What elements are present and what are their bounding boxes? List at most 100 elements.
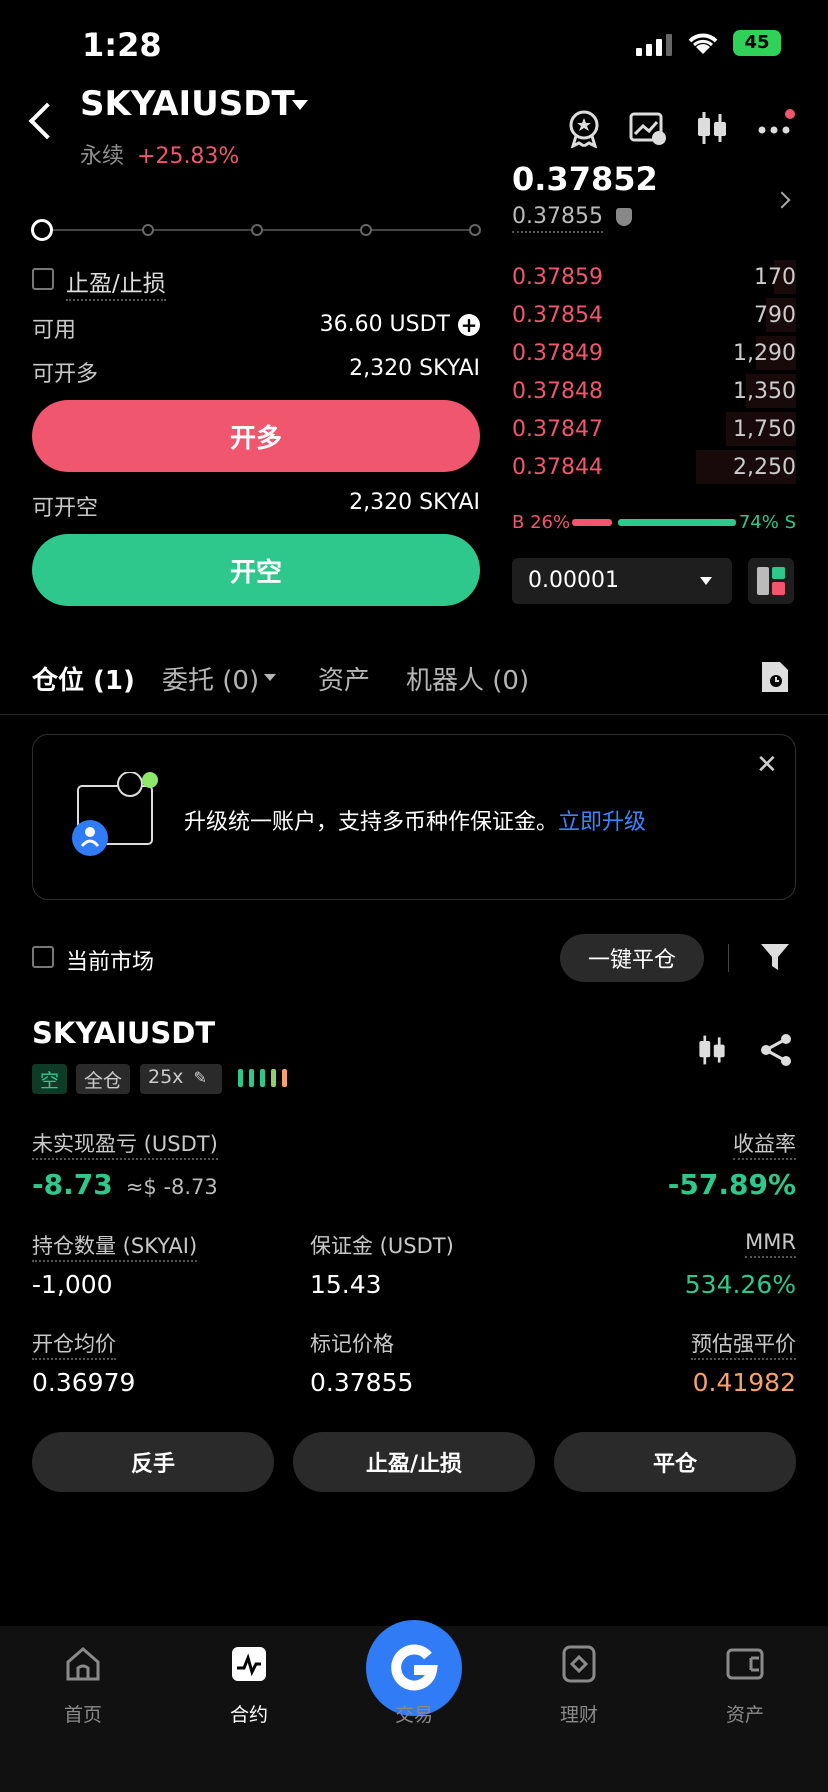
chart-icon[interactable]	[628, 108, 668, 148]
liq-value: 0.41982	[692, 1368, 796, 1397]
buy-ratio: B 26%	[512, 512, 571, 533]
tpsl-label[interactable]: 止盈/止损	[66, 264, 166, 301]
ask-price[interactable]: 0.37854	[512, 303, 603, 328]
close-position-button[interactable]: 平仓	[554, 1432, 796, 1492]
current-market-checkbox[interactable]	[32, 946, 54, 968]
shield-icon	[615, 208, 632, 226]
slider-step[interactable]	[469, 224, 481, 236]
banner-text-row: 升级统一账户，支持多币种作保证金。立即升级	[184, 804, 646, 836]
position-symbol[interactable]: SKYAIUSDT	[32, 1016, 215, 1050]
tab-assets[interactable]: 资产	[318, 660, 370, 697]
status-time: 1:28	[82, 26, 162, 64]
nav-assets[interactable]: 资产	[685, 1700, 805, 1727]
reverse-button[interactable]: 反手	[32, 1432, 274, 1492]
badge-icon[interactable]	[564, 108, 604, 149]
ask-price[interactable]: 0.37848	[512, 379, 603, 404]
candlestick-icon[interactable]	[694, 1032, 730, 1068]
tab-positions[interactable]: 仓位 (1)	[32, 660, 135, 697]
ask-qty[interactable]: 790	[754, 303, 796, 328]
ask-qty[interactable]: 1,750	[733, 417, 796, 442]
max-short-label: 可开空	[32, 496, 99, 521]
available-value: 36.60 USDT	[319, 312, 450, 337]
account-folder-icon	[70, 771, 160, 862]
slider-step[interactable]	[251, 224, 263, 236]
roe-label: 收益率	[733, 1132, 796, 1160]
margin-mode-badge: 全仓	[76, 1064, 131, 1094]
chevron-right-icon[interactable]	[773, 191, 791, 209]
tick-size-value: 0.00001	[528, 568, 619, 593]
mmr-label-wrap: MMR	[745, 1230, 796, 1258]
earn-icon[interactable]	[559, 1644, 599, 1684]
liq-label-wrap: 预估强平价	[691, 1328, 796, 1360]
nav-trade[interactable]: 交易	[354, 1700, 474, 1727]
size-label: 持仓数量 (SKYAI)	[32, 1234, 198, 1262]
history-document-icon[interactable]	[760, 660, 790, 694]
tpsl-button[interactable]: 止盈/止损	[293, 1432, 535, 1492]
open-long-button[interactable]: 开多	[32, 400, 480, 472]
leverage-slider-knob[interactable]	[31, 219, 53, 241]
roe-value: -57.89%	[667, 1168, 796, 1201]
upnl-usd: ≈$ -8.73	[125, 1175, 218, 1199]
symbol-title[interactable]: SKYAIUSDT	[80, 84, 295, 124]
leverage-badge[interactable]: 25x ✎	[140, 1064, 222, 1094]
max-long-label: 可开多	[32, 362, 99, 387]
transfer-plus-icon[interactable]: +	[458, 314, 480, 336]
contract-type-row: 永续 +25.83%	[80, 138, 239, 170]
slider-step[interactable]	[360, 224, 372, 236]
filter-icon[interactable]	[758, 940, 792, 974]
mark-value: 0.37855	[310, 1368, 414, 1397]
ask-price[interactable]: 0.37859	[512, 265, 603, 290]
close-icon[interactable]: ✕	[756, 750, 778, 780]
tab-bots[interactable]: 机器人 (0)	[406, 660, 529, 697]
nav-home[interactable]: 首页	[23, 1700, 143, 1727]
available-label: 可用	[32, 318, 77, 343]
home-icon[interactable]	[63, 1644, 103, 1684]
upnl-label-wrap: 未实现盈亏 (USDT)	[32, 1128, 218, 1160]
upnl-row: -8.73 ≈$ -8.73	[32, 1168, 218, 1201]
contract-type: 永续	[80, 144, 125, 169]
size-value: -1,000	[32, 1270, 113, 1299]
close-all-button[interactable]: 一键平仓	[560, 934, 704, 982]
slider-step[interactable]	[142, 224, 154, 236]
last-price: 0.37852	[512, 160, 658, 198]
layout-toggle-icon[interactable]	[748, 558, 794, 604]
nav-earn[interactable]: 理财	[519, 1700, 639, 1727]
ask-qty[interactable]: 1,350	[733, 379, 796, 404]
sell-ratio: 74% S	[738, 512, 796, 533]
tick-size-select[interactable]: 0.00001	[512, 558, 732, 604]
current-market-label[interactable]: 当前市场	[66, 944, 154, 976]
divider	[728, 944, 729, 972]
candlestick-icon[interactable]	[692, 108, 732, 148]
mmr-label: MMR	[745, 1230, 796, 1258]
entry-label-wrap: 开仓均价	[32, 1328, 116, 1360]
entry-label: 开仓均价	[32, 1332, 116, 1360]
tpsl-label-text: 止盈/止损	[66, 271, 166, 301]
price-change: +25.83%	[137, 144, 240, 169]
liq-label: 预估强平价	[691, 1332, 796, 1360]
ask-price[interactable]: 0.37844	[512, 455, 603, 480]
orders-dropdown-icon[interactable]	[264, 674, 276, 681]
more-icon[interactable]	[756, 108, 796, 148]
banner-text: 升级统一账户，支持多币种作保证金。	[184, 810, 559, 835]
ask-price[interactable]: 0.37849	[512, 341, 603, 366]
ask-qty[interactable]: 170	[754, 265, 796, 290]
ask-qty[interactable]: 2,250	[733, 455, 796, 480]
back-button[interactable]	[28, 102, 66, 140]
open-short-button[interactable]: 开空	[32, 534, 480, 606]
ask-price[interactable]: 0.37847	[512, 417, 603, 442]
ask-qty[interactable]: 1,290	[733, 341, 796, 366]
leverage-value: 25x	[148, 1066, 184, 1088]
symbol-dropdown-icon[interactable]	[292, 100, 308, 110]
share-icon[interactable]	[758, 1032, 794, 1068]
tpsl-checkbox[interactable]	[32, 268, 54, 290]
upnl-value: -8.73	[32, 1168, 113, 1201]
max-long-value: 2,320 SKYAI	[349, 356, 480, 381]
futures-icon[interactable]	[229, 1644, 269, 1684]
roe-label-wrap: 收益率	[733, 1128, 796, 1160]
tab-divider	[0, 714, 828, 715]
tab-orders[interactable]: 委托 (0)	[162, 660, 259, 697]
battery-indicator: 45	[733, 30, 781, 56]
upgrade-link[interactable]: 立即升级	[558, 810, 646, 835]
wallet-icon[interactable]	[725, 1644, 765, 1684]
nav-futures[interactable]: 合约	[189, 1700, 309, 1727]
